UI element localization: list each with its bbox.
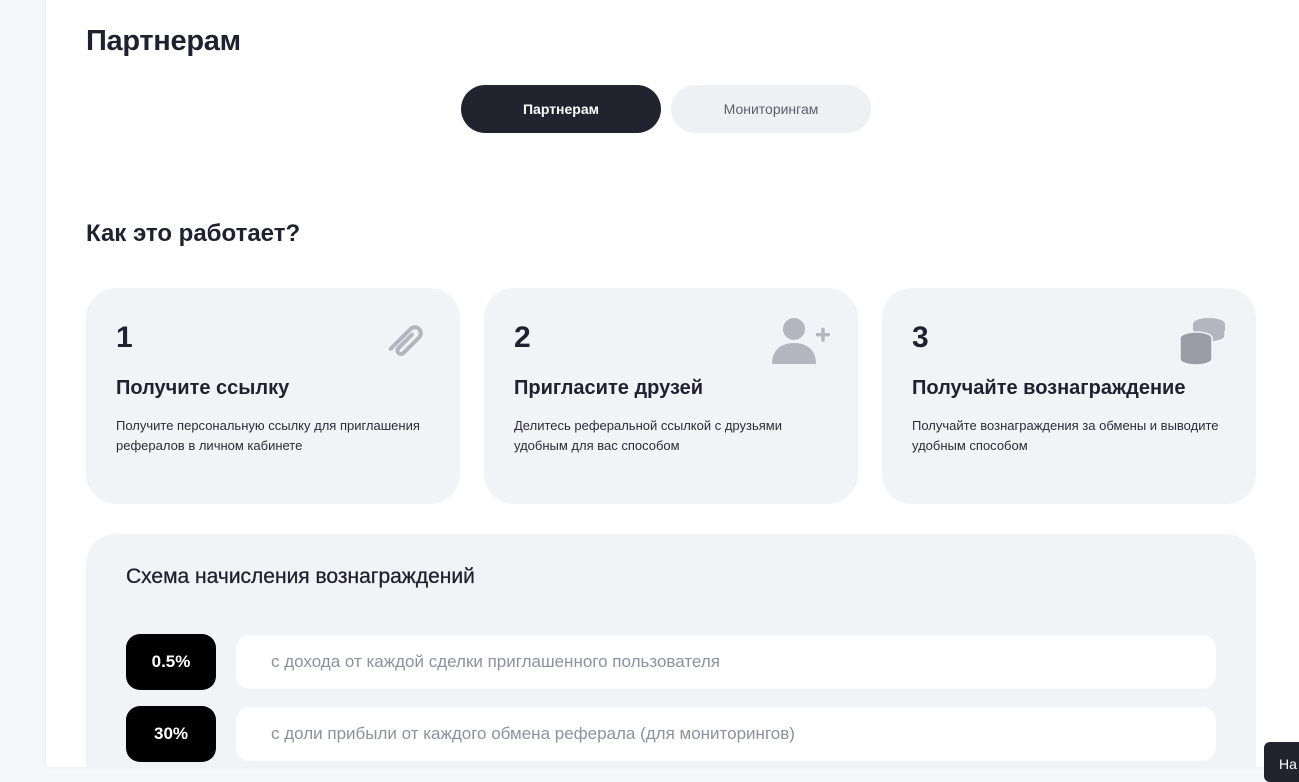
- add-user-icon: [772, 318, 830, 364]
- rate-row: 0.5% с дохода от каждой сделки приглашен…: [126, 634, 1216, 690]
- reward-scheme-panel: Схема начисления вознаграждений 0.5% с д…: [86, 534, 1256, 767]
- rate-badge: 30%: [126, 706, 216, 762]
- how-it-works-title: Как это работает?: [86, 220, 301, 247]
- floating-action-button[interactable]: На: [1264, 742, 1299, 782]
- step-title: Получайте вознаграждение: [912, 377, 1186, 399]
- rate-row: 30% с доли прибыли от каждого обмена реф…: [126, 706, 1216, 762]
- rates-list: 0.5% с дохода от каждой сделки приглашен…: [126, 634, 1216, 762]
- step-card-2: 2 Пригласите друзей Делитесь реферальной…: [484, 288, 858, 504]
- main-panel: Партнерам Партнерам Мониторингам Как это…: [46, 0, 1299, 767]
- step-title: Пригласите друзей: [514, 377, 704, 399]
- rate-description: с доли прибыли от каждого обмена реферал…: [236, 707, 1216, 761]
- step-description: Делитесь реферальной ссылкой с друзьями …: [514, 418, 782, 453]
- step-card-1: 1 Получите ссылку Получите персональную …: [86, 288, 460, 504]
- rate-description: с дохода от каждой сделки приглашенного …: [236, 635, 1216, 689]
- coins-icon: [1179, 318, 1226, 366]
- rate-badge: 0.5%: [126, 634, 216, 690]
- tabs: Партнерам Мониторингам: [461, 85, 871, 133]
- step-description: Получите персональную ссылку для приглаш…: [116, 418, 420, 453]
- step-description: Получайте вознаграждения за обмены и выв…: [912, 418, 1219, 453]
- reward-scheme-title: Схема начисления вознаграждений: [126, 565, 475, 588]
- tab-monitorings[interactable]: Мониторингам: [671, 85, 871, 133]
- paperclip-icon: [388, 325, 423, 357]
- step-card-3: 3 Получайте вознаграждение Получайте воз…: [882, 288, 1256, 504]
- step-title: Получите ссылку: [116, 377, 290, 399]
- page-title: Партнерам: [86, 25, 241, 57]
- tab-partners[interactable]: Партнерам: [461, 85, 661, 133]
- steps-list: 1 Получите ссылку Получите персональную …: [86, 288, 1256, 504]
